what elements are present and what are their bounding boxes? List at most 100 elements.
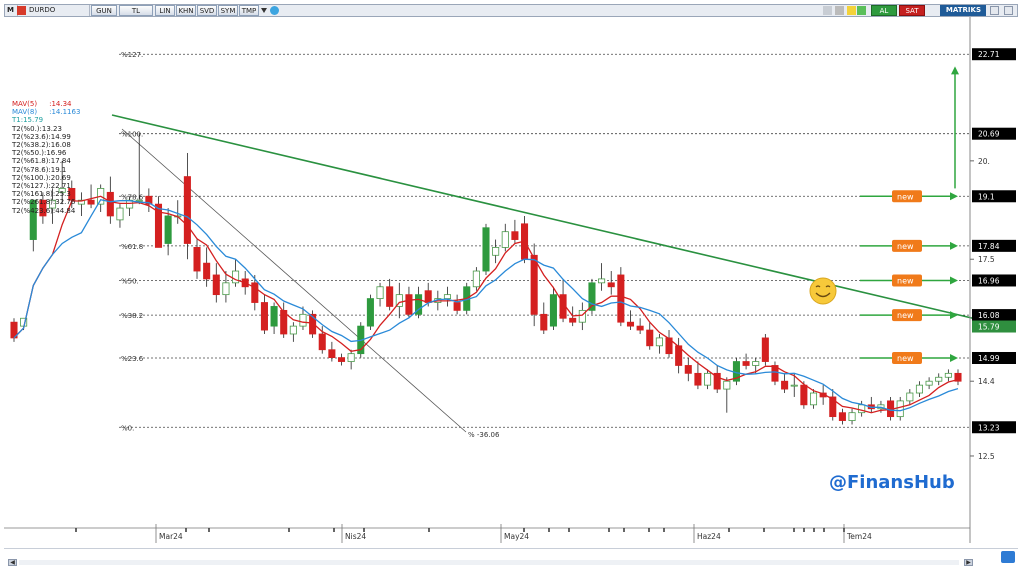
scroll-bar: ◀ ▶ [4,548,1018,567]
minimize-icon[interactable] [990,6,999,15]
period-button[interactable]: GUN [91,5,117,16]
candle-body [482,227,490,272]
price-tag-label: 13.23 [978,423,1000,432]
svd-button[interactable]: SVD [197,5,217,16]
close-icon[interactable] [1004,6,1013,15]
candle-body [405,294,413,315]
resize-icon[interactable] [1001,551,1015,563]
indicator-value: :14.34 [49,100,72,108]
new-badge-label: new [897,354,914,363]
sym-button[interactable]: SYM [218,5,238,16]
new-badge-label: new [897,311,914,320]
axis-tick-label: 12.5 [978,452,995,461]
candle-body [299,313,307,327]
candle-body [337,357,346,362]
indicator-label: MAV(5) [12,100,38,108]
candle-body [800,384,808,406]
candle-body [896,400,904,418]
buy-button[interactable]: AL [871,5,897,16]
candle-body [684,365,692,374]
candle-body [935,376,943,382]
time-axis-label: Haz24 [697,532,721,541]
price-chart[interactable]: %127. %100. %78.6 %61.8 %50. %38.2 %23.6 %0. 22… [4,17,1018,543]
candle-body [453,302,461,311]
new-badge-label: new [897,276,914,285]
new-badge-label: new [897,192,914,201]
smiley-face [809,277,837,305]
scroll-left-icon[interactable]: ◀ [8,559,17,566]
candle-body [848,412,856,421]
fib-level-label: %23.6 [121,355,144,363]
candle-body [270,306,278,327]
candle-body [752,361,760,366]
lock-icon[interactable] [847,6,856,15]
indicator-row: T2(%127.):22.71 [12,182,80,190]
price-tag-label: 14.99 [978,354,1000,363]
print-icon[interactable] [823,6,832,15]
indicator-label: T2(%61.8):17.84 [12,157,71,166]
fib-level-label: %0. [121,424,134,432]
indicator-row: T2(%50.):16.96 [12,149,80,157]
indicator-label: T1:15.79 [12,116,44,125]
smiley-icon [809,277,837,305]
candle-body [164,215,172,244]
chart-window: M DURDO GUN TL LIN KHN SVD SYM TMP AL SA… [0,0,1024,569]
line-button[interactable]: LIN [155,5,175,16]
candle-body [723,380,731,390]
candle-body [501,231,509,248]
axis-tick-label: 20. [978,157,990,166]
candle-body [549,294,557,327]
indicator-row: T2(%100.):20.69 [12,174,80,182]
sell-button[interactable]: SAT [899,5,925,16]
price-tag-label: 17.84 [978,242,1000,251]
candle-body [626,321,635,327]
refresh-icon[interactable] [857,6,866,15]
indicator-label: T2(%23.6):14.99 [12,132,71,141]
candle-body [540,313,548,331]
indicator-label: T2(%100.):20.69 [12,173,71,182]
candle-body [809,392,818,406]
indicator-row: T2(%38.2):16.08 [12,141,80,149]
candle-body [386,286,394,307]
candle-body [376,286,384,299]
indicator-row: T2(%0.):13.23 [12,125,80,133]
chart-canvas[interactable]: %127.%100.%78.6%61.8%50.%38.2%23.6%0. 22… [4,17,1018,543]
symbol-flag-icon [17,6,26,15]
scroll-track[interactable] [19,560,959,565]
candle-body [87,199,95,205]
candle-body [655,337,663,347]
candle-body [511,231,519,240]
candle-body [203,262,211,280]
candle-body [492,247,500,256]
price-tag-label: 16.08 [978,311,1000,320]
candle-body [116,207,124,221]
candle-body [781,380,789,390]
dropdown-arrow-icon[interactable] [261,8,267,13]
chart-toolbar: M DURDO GUN TL LIN KHN SVD SYM TMP AL SA… [4,4,1018,17]
time-axis-label: Tem24 [846,532,872,541]
symbol-field[interactable]: DURDO [27,5,90,16]
drawdown-label: % -36.06 [468,431,500,439]
candle-body [915,384,923,394]
indicator-label: MAV(8) [12,108,38,117]
candle-body [906,392,914,402]
candle-body [424,290,432,303]
candle-body [790,384,798,387]
candle-body [443,294,451,299]
indicator-row: MAV(5) :14.34 [12,100,80,108]
fib-level-label: %50. [121,277,139,285]
candle-body [193,247,201,272]
currency-button[interactable]: TL [119,5,153,16]
candle-body [347,353,355,362]
candle-body [212,274,220,296]
candle-body [183,176,191,244]
candle-body [646,329,654,347]
candle-body [472,270,480,288]
khn-button[interactable]: KHN [176,5,196,16]
indicator-label: T2(%78.6):19.1 [12,165,67,174]
scroll-right-icon[interactable]: ▶ [964,559,973,566]
settings-icon[interactable] [835,6,844,15]
time-axis-label: Mar24 [159,532,183,541]
bird-icon[interactable] [270,6,279,15]
tmp-button[interactable]: TMP [239,5,259,16]
